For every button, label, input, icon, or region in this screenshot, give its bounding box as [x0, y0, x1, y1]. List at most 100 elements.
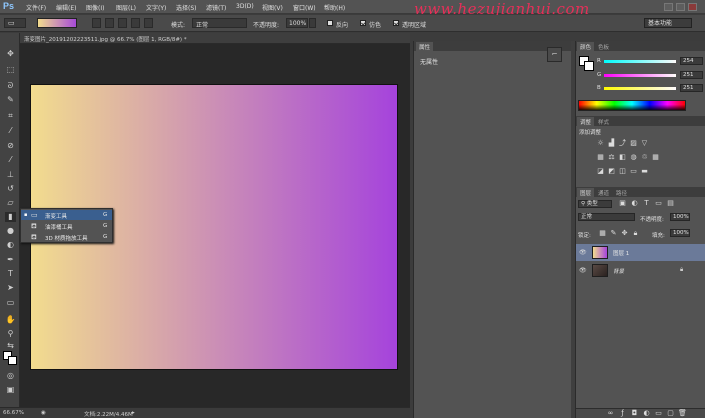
menu-file[interactable]: 文件(F)	[26, 3, 46, 12]
crop-tool-icon[interactable]: ⌗	[5, 111, 16, 121]
swap-colors-icon[interactable]: ⇆	[5, 341, 16, 351]
threshold-icon[interactable]: ◫	[618, 167, 627, 176]
linear-gradient-button[interactable]	[92, 18, 101, 28]
status-menu-arrow-icon[interactable]: ▸	[132, 410, 135, 416]
layer-style-icon[interactable]: ƒ	[618, 409, 627, 418]
filter-smart-icon[interactable]: ▤	[666, 199, 675, 208]
shape-tool-icon[interactable]: ▭	[5, 298, 16, 308]
menu-3d[interactable]: 3D(D)	[236, 3, 254, 10]
new-adjustment-layer-icon[interactable]: ◐	[642, 409, 651, 418]
maximize-button[interactable]	[676, 3, 685, 11]
menu-view[interactable]: 视图(V)	[262, 3, 283, 12]
filter-shape-icon[interactable]: ▭	[654, 199, 663, 208]
new-layer-icon[interactable]: ▢	[666, 409, 675, 418]
reverse-checkbox[interactable]	[327, 20, 333, 26]
color-lookup-icon[interactable]: ▦	[651, 153, 660, 162]
menu-image[interactable]: 图像(I)	[86, 3, 104, 12]
clone-stamp-tool-icon[interactable]: ⊥	[5, 170, 16, 180]
tab-layers[interactable]: 图层	[577, 188, 595, 198]
blue-value-input[interactable]: 251	[680, 84, 703, 92]
pen-tool-icon[interactable]: ✒	[5, 255, 16, 265]
marquee-tool-icon[interactable]: ⬚	[5, 65, 16, 75]
reflected-gradient-button[interactable]	[131, 18, 140, 28]
delete-layer-icon[interactable]: 🗑︎	[678, 409, 687, 418]
dither-checkbox[interactable]	[360, 20, 366, 26]
green-slider[interactable]	[604, 74, 676, 77]
layer-row-background[interactable]: 👁︎ 背景 🔒︎	[576, 262, 705, 279]
hand-tool-icon[interactable]: ✋	[5, 315, 16, 325]
gradient-tool-icon[interactable]: ▮	[5, 212, 16, 222]
eraser-tool-icon[interactable]: ▱	[5, 198, 16, 208]
menu-window[interactable]: 窗口(W)	[293, 3, 316, 12]
gradient-map-icon[interactable]: ▬	[640, 167, 649, 176]
menu-edit[interactable]: 编辑(E)	[56, 3, 76, 12]
tab-properties[interactable]: 属性	[416, 42, 434, 52]
fill-input[interactable]: 100%	[670, 229, 690, 237]
color-bg-swatch[interactable]	[584, 61, 594, 71]
quick-mask-icon[interactable]: ◎	[5, 371, 16, 381]
radial-gradient-button[interactable]	[105, 18, 114, 28]
opacity-dropdown[interactable]	[309, 18, 316, 28]
color-balance-icon[interactable]: ⚖	[607, 153, 616, 162]
selective-color-icon[interactable]: ▭	[629, 167, 638, 176]
blue-slider[interactable]	[604, 87, 676, 90]
tab-swatches[interactable]: 色板	[595, 42, 612, 52]
brush-tool-icon[interactable]: ⁄	[5, 155, 16, 165]
new-group-icon[interactable]: ▭	[654, 409, 663, 418]
layer-filter-select[interactable]: ⚲ 类型	[578, 200, 612, 208]
photo-filter-icon[interactable]: ◍	[629, 153, 638, 162]
angle-gradient-button[interactable]	[118, 18, 127, 28]
filter-pixel-icon[interactable]: ▣	[618, 199, 627, 208]
green-value-input[interactable]: 251	[680, 71, 703, 79]
background-color-swatch[interactable]	[8, 356, 17, 365]
menu-type[interactable]: 文字(Y)	[146, 3, 166, 12]
layer-opacity-input[interactable]: 100%	[670, 213, 690, 221]
menu-filter[interactable]: 滤镜(T)	[206, 3, 226, 12]
gradient-swatch[interactable]	[37, 18, 77, 28]
move-tool-icon[interactable]: ✥	[5, 49, 16, 59]
menu-layer[interactable]: 图层(L)	[116, 3, 136, 12]
history-brush-tool-icon[interactable]: ↺	[5, 184, 16, 194]
zoom-level[interactable]: 66.67%	[3, 410, 24, 416]
layer-row-layer1[interactable]: 👁︎ 图层 1	[576, 244, 705, 261]
lock-image-icon[interactable]: ✎	[609, 229, 618, 238]
quick-select-tool-icon[interactable]: ✎	[5, 95, 16, 105]
visibility-eye-icon[interactable]: 👁︎	[579, 249, 587, 256]
screen-mode-icon[interactable]: ▣	[5, 385, 16, 395]
menu-help[interactable]: 帮助(H)	[324, 3, 345, 12]
channel-mixer-icon[interactable]: ♲	[640, 153, 649, 162]
lasso-tool-icon[interactable]: ᘐ	[5, 81, 16, 91]
panel-options-icon[interactable]: ⌐	[547, 47, 562, 62]
menu-select[interactable]: 选择(S)	[176, 3, 197, 12]
tab-channels[interactable]: 通道	[595, 188, 612, 198]
invert-icon[interactable]: ◪	[596, 167, 605, 176]
zoom-tool-icon[interactable]: ⚲	[5, 329, 16, 339]
lock-position-icon[interactable]: ✥	[620, 229, 629, 238]
black-white-icon[interactable]: ◧	[618, 153, 627, 162]
color-spectrum[interactable]	[578, 100, 686, 111]
lock-transparent-icon[interactable]: ▦	[598, 229, 607, 238]
dodge-tool-icon[interactable]: ◐	[5, 240, 16, 250]
red-slider[interactable]	[604, 60, 676, 63]
lock-all-icon[interactable]: 🔒︎	[631, 229, 640, 238]
curves-icon[interactable]: ⤴	[618, 139, 627, 148]
eyedropper-tool-icon[interactable]: ⁄	[5, 126, 16, 136]
workspace-select[interactable]: 基本功能	[644, 18, 692, 28]
transparency-checkbox[interactable]	[393, 20, 399, 26]
path-select-tool-icon[interactable]: ➤	[5, 283, 16, 293]
brightness-contrast-icon[interactable]: ☼	[596, 139, 605, 148]
link-layers-icon[interactable]: ∞	[606, 409, 615, 418]
tab-adjustments[interactable]: 调整	[577, 117, 595, 127]
blend-mode-select[interactable]: 正常	[578, 213, 635, 221]
levels-icon[interactable]: ▟	[607, 139, 616, 148]
opacity-input[interactable]: 100%	[286, 18, 308, 28]
close-button[interactable]	[688, 3, 697, 11]
document-tab[interactable]: 渐变图片_20191202223511.jpg @ 66.7% (图层 1, R…	[20, 33, 410, 44]
diamond-gradient-button[interactable]	[144, 18, 153, 28]
tool-preset-picker[interactable]: ▭	[4, 18, 26, 28]
hue-saturation-icon[interactable]: ▦	[596, 153, 605, 162]
exposure-icon[interactable]: ▨	[629, 139, 638, 148]
type-tool-icon[interactable]: T	[5, 269, 16, 279]
tab-color[interactable]: 颜色	[577, 42, 595, 52]
info-icon[interactable]: ◉	[41, 410, 46, 416]
